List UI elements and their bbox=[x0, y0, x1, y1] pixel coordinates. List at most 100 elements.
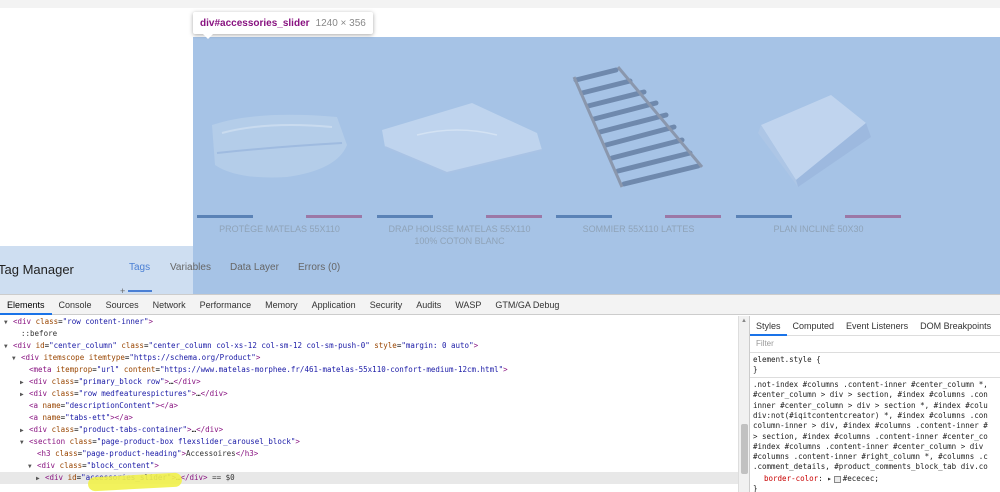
divider bbox=[750, 377, 1000, 378]
product-name[interactable]: SOMMIER 55X110 LATTES bbox=[556, 223, 721, 235]
css-selector-line[interactable]: .comment_details, #product_comments_bloc… bbox=[753, 462, 988, 472]
dom-node-markup: <section class="page-product-box flexsli… bbox=[29, 437, 300, 446]
dom-node-line[interactable]: ▼ <div class="block_content"> bbox=[0, 460, 159, 472]
tab-computed[interactable]: Computed bbox=[787, 316, 841, 336]
product-accent-right bbox=[845, 215, 901, 218]
tag-manager-title: Tag Manager bbox=[0, 262, 74, 277]
dom-tree-scrollbar[interactable]: ▲ bbox=[738, 316, 750, 492]
product-card[interactable]: DRAP HOUSSE MATELAS 55X110 100% COTON BL… bbox=[377, 55, 542, 247]
tab-application[interactable]: Application bbox=[305, 295, 363, 315]
dom-node-markup: <h3 class="page-product-heading">Accesso… bbox=[37, 449, 259, 458]
product-card[interactable]: PROTÈGE MATELAS 55X110 bbox=[197, 55, 362, 245]
css-selector-line[interactable]: #center_column > div > section, #index #… bbox=[753, 390, 988, 400]
tab-errors[interactable]: Errors (0) bbox=[298, 262, 340, 273]
tab-event-listeners[interactable]: Event Listeners bbox=[840, 316, 914, 336]
css-selector-line[interactable]: #index #columns .content-inner #center_c… bbox=[753, 442, 983, 452]
product-accent-right bbox=[486, 215, 542, 218]
dom-node-line[interactable]: ▼ <section class="page-product-box flexsl… bbox=[0, 436, 300, 448]
product-accent-right bbox=[306, 215, 362, 218]
slatted-base-image bbox=[572, 66, 704, 188]
dom-node-line[interactable]: ▶ <div class="product-tabs-container">…</… bbox=[0, 424, 223, 436]
product-accent-left bbox=[736, 215, 792, 218]
styles-pane: Styles Computed Event Listeners DOM Brea… bbox=[750, 316, 1000, 492]
product-card[interactable]: PLAN INCLINÉ 50X30 bbox=[736, 55, 901, 245]
tooltip-element-size: 1240 × 356 bbox=[315, 17, 366, 29]
mattress-protector-image bbox=[212, 114, 347, 178]
dom-node-markup: <div class="row medfeaturespictures">…</… bbox=[29, 389, 228, 398]
tab-sources[interactable]: Sources bbox=[99, 295, 146, 315]
tab-styles[interactable]: Styles bbox=[750, 316, 787, 336]
dom-node-markup: <a name="descriptionContent"></a> bbox=[29, 401, 179, 410]
tab-dom-breakpoints[interactable]: DOM Breakpoints bbox=[914, 316, 997, 336]
dom-node-line[interactable]: ::before bbox=[0, 328, 57, 340]
styles-filter-input[interactable]: Filter bbox=[756, 339, 774, 348]
border-color-declaration[interactable]: border-color: ▸ #ececec; bbox=[764, 474, 879, 484]
tooltip-arrow bbox=[202, 33, 214, 39]
css-selector-line[interactable]: > section, #index #columns .content-inne… bbox=[753, 432, 988, 442]
element-style-close: } bbox=[753, 365, 758, 374]
dom-node-line[interactable]: <a name="tabs-ett"></a> bbox=[0, 412, 133, 424]
dom-node-markup: <meta itemprop="url" content="https://ww… bbox=[29, 365, 508, 374]
product-card[interactable]: SOMMIER 55X110 LATTES bbox=[556, 55, 721, 245]
product-name[interactable]: PLAN INCLINÉ 50X30 bbox=[736, 223, 901, 235]
tab-tags[interactable]: Tags bbox=[129, 262, 150, 273]
dom-node-line[interactable]: ▼ <div id="center_column" class="center_c… bbox=[0, 340, 478, 352]
divider bbox=[750, 352, 1000, 353]
product-accent-left bbox=[377, 215, 433, 218]
css-selector-line[interactable]: .not-index #columns .content-inner #cent… bbox=[753, 380, 988, 390]
css-value: #ececec; bbox=[842, 474, 879, 483]
dom-node-line[interactable]: ▼ <div class="row content-inner"> bbox=[0, 316, 153, 328]
css-selector-line[interactable]: column-inner > div, #index #columns .con… bbox=[753, 421, 988, 431]
product-accent-left bbox=[556, 215, 612, 218]
tab-security[interactable]: Security bbox=[363, 295, 410, 315]
dom-node-markup: <div class="product-tabs-container">…</d… bbox=[29, 425, 224, 434]
devtools-panel: Elements Console Sources Network Perform… bbox=[0, 294, 1000, 492]
dom-node-line[interactable]: ▶ <div class="primary_block row">…</div> bbox=[0, 376, 201, 388]
dom-tree[interactable]: ▼ <div class="row content-inner">::before… bbox=[0, 316, 738, 492]
dom-node-markup: ::before bbox=[21, 329, 58, 338]
tab-performance[interactable]: Performance bbox=[193, 295, 259, 315]
dom-node-markup: <a name="tabs-ett"></a> bbox=[29, 413, 133, 422]
css-property: border-color bbox=[764, 474, 819, 483]
css-selector-line[interactable]: inner #center_column > div > section *, … bbox=[753, 401, 988, 411]
expand-arrow-icon[interactable]: ▶ bbox=[36, 473, 45, 485]
tag-manager-panel: Tag Manager Tags Variables Data Layer Er… bbox=[0, 246, 1000, 296]
dom-node-markup: <div itemscope itemtype="https://schema.… bbox=[21, 353, 261, 362]
fitted-sheet-image bbox=[382, 103, 542, 175]
rule-close: } bbox=[753, 484, 758, 492]
tooltip-element-name: div#accessories_slider bbox=[200, 17, 310, 29]
tab-memory[interactable]: Memory bbox=[258, 295, 305, 315]
dom-node-markup: <div class="row content-inner"> bbox=[13, 317, 153, 326]
dom-node-markup: <div id="center_column" class="center_co… bbox=[13, 341, 479, 350]
dom-node-line[interactable]: <meta itemprop="url" content="https://ww… bbox=[0, 364, 508, 376]
tab-network[interactable]: Network bbox=[146, 295, 193, 315]
product-accent-right bbox=[665, 215, 721, 218]
incline-wedge-image bbox=[758, 95, 871, 187]
tab-elements[interactable]: Elements bbox=[0, 295, 52, 315]
color-swatch[interactable] bbox=[833, 475, 841, 483]
tab-variables[interactable]: Variables bbox=[170, 262, 211, 273]
scrollbar-thumb[interactable] bbox=[741, 424, 748, 474]
dom-node-line[interactable]: <a name="descriptionContent"></a> bbox=[0, 400, 178, 412]
element-inspector-tooltip: div#accessories_slider 1240 × 356 bbox=[193, 12, 373, 34]
screen: div#accessories_slider 1240 × 356 PROTÈG… bbox=[0, 0, 1000, 492]
tab-gtm-ga-debug[interactable]: GTM/GA Debug bbox=[488, 295, 566, 315]
styles-tab-bar: Styles Computed Event Listeners DOM Brea… bbox=[750, 316, 1000, 336]
product-accent-left bbox=[197, 215, 253, 218]
scroll-up-icon[interactable]: ▲ bbox=[741, 318, 747, 324]
tab-console[interactable]: Console bbox=[52, 295, 99, 315]
dom-node-line[interactable]: <h3 class="page-product-heading">Accesso… bbox=[0, 448, 258, 460]
element-style-rule[interactable]: element.style { bbox=[753, 355, 821, 365]
product-name[interactable]: DRAP HOUSSE MATELAS 55X110 100% COTON BL… bbox=[377, 223, 542, 247]
dom-node-markup: <div class="block_content"> bbox=[37, 461, 159, 470]
dom-node-line[interactable]: ▼ <div itemscope itemtype="https://schema… bbox=[0, 352, 260, 364]
tab-audits[interactable]: Audits bbox=[409, 295, 448, 315]
tab-wasp[interactable]: WASP bbox=[448, 295, 488, 315]
active-tab-indicator bbox=[128, 290, 152, 292]
product-name[interactable]: PROTÈGE MATELAS 55X110 bbox=[197, 223, 362, 235]
css-selector-line[interactable]: #columns .content-inner #right_column *,… bbox=[753, 452, 988, 462]
dom-node-line[interactable]: ▶ <div class="row medfeaturespictures">…<… bbox=[0, 388, 228, 400]
tab-data-layer[interactable]: Data Layer bbox=[230, 262, 279, 273]
css-selector-line[interactable]: div:not(#iqitcontentcreator) *, #index #… bbox=[753, 411, 988, 421]
devtools-tab-bar: Elements Console Sources Network Perform… bbox=[0, 295, 1000, 315]
